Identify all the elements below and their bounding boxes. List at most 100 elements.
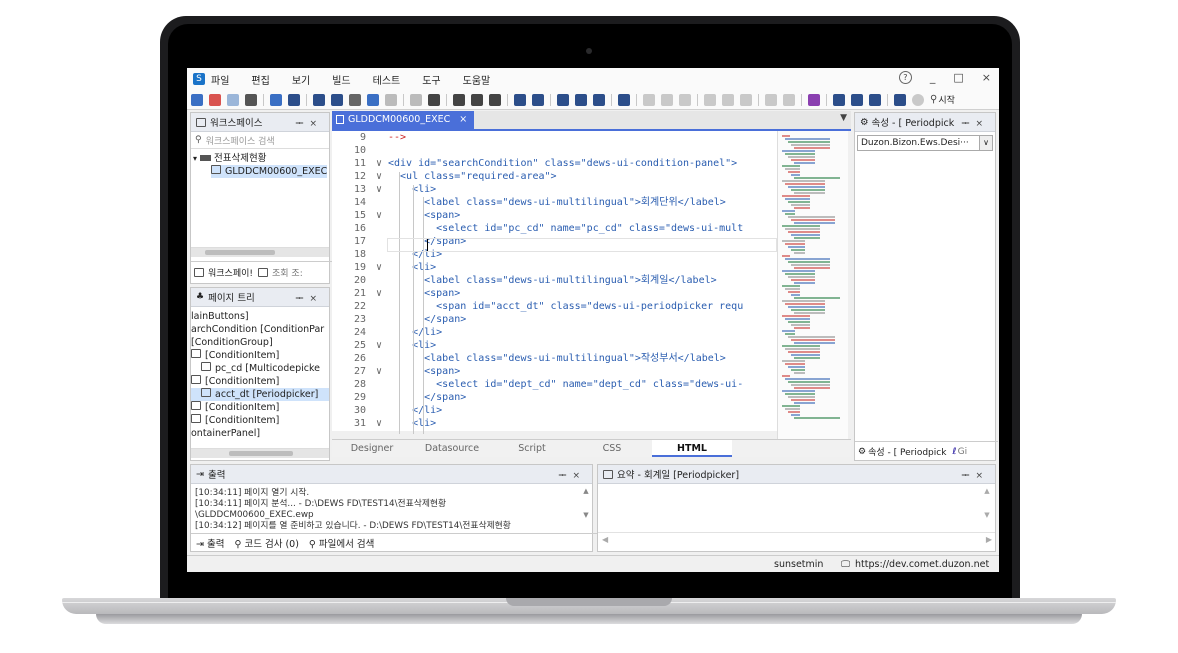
- tab-css[interactable]: CSS: [572, 440, 652, 457]
- api-icon[interactable]: [869, 93, 881, 106]
- edit-icon[interactable]: [514, 93, 526, 106]
- align-right-icon[interactable]: [679, 93, 691, 106]
- output-vscrollbar[interactable]: ▲ ▼: [582, 487, 590, 529]
- workspace-hscrollbar[interactable]: [191, 247, 329, 257]
- report-icon[interactable]: [593, 93, 605, 106]
- tab-git[interactable]: Gi: [958, 447, 967, 457]
- tab-view[interactable]: 조회 조:: [272, 266, 303, 279]
- fold-toggle-icon[interactable]: ∨: [370, 417, 388, 430]
- tree-file[interactable]: GLDDCM00600_EXEC: [211, 165, 327, 178]
- tab-designer[interactable]: Designer: [332, 440, 412, 457]
- cut-icon[interactable]: [349, 93, 361, 106]
- pin-icon[interactable]: ᆍ: [295, 294, 309, 304]
- open-window-icon[interactable]: [227, 93, 239, 106]
- theme-icon[interactable]: [912, 93, 924, 106]
- start-button[interactable]: 시작: [938, 93, 955, 106]
- minimize-button[interactable]: _: [930, 71, 936, 84]
- help-circle-icon[interactable]: [783, 93, 795, 106]
- scroll-thumb[interactable]: [229, 451, 293, 456]
- tab-code-inspection[interactable]: ⚲ 코드 검사 (0): [234, 536, 298, 550]
- fold-toggle-icon[interactable]: ∨: [370, 170, 388, 183]
- open-folder-icon[interactable]: [288, 93, 300, 106]
- fold-toggle-icon[interactable]: ∨: [370, 157, 388, 170]
- tree-item[interactable]: [ConditionItem]: [191, 375, 329, 388]
- tree-item[interactable]: lainButtons]: [191, 310, 329, 323]
- preview-icon[interactable]: [471, 93, 483, 106]
- summary-vscrollbar[interactable]: ▲ ▼: [983, 487, 991, 533]
- menu-tools[interactable]: 도구: [422, 72, 440, 87]
- code-minimap[interactable]: [777, 131, 848, 441]
- fold-toggle-icon[interactable]: ∨: [370, 209, 388, 222]
- debug-icon[interactable]: [808, 93, 820, 106]
- tab-close-icon[interactable]: ×: [459, 114, 467, 125]
- pin-icon[interactable]: ᆍ: [961, 119, 975, 129]
- object-selector[interactable]: Duzon.Bizon.Ews.Desi··· ∨: [857, 135, 993, 151]
- close-icon[interactable]: ×: [975, 471, 989, 481]
- redo-icon[interactable]: [428, 93, 440, 106]
- undo-icon[interactable]: [410, 93, 422, 106]
- code-line[interactable]: 11 ∨ <div id="searchCondition" class="dews…: [332, 157, 777, 170]
- pin-icon[interactable]: ᆍ: [295, 119, 309, 129]
- zoom-icon[interactable]: [704, 93, 716, 106]
- status-url[interactable]: https://dev.comet.duzon.net: [855, 556, 989, 572]
- new-file-icon[interactable]: [270, 93, 282, 106]
- summary-hscrollbar[interactable]: ◀ ▶: [602, 535, 992, 547]
- tree-item-selected[interactable]: acct_dt [Periodpicker]: [191, 388, 329, 401]
- code-line[interactable]: 10: [332, 144, 777, 157]
- tab-dropdown-icon[interactable]: ▼: [840, 113, 847, 123]
- form-icon[interactable]: [575, 93, 587, 106]
- align-center-icon[interactable]: [661, 93, 673, 106]
- tree-item[interactable]: archCondition [ConditionPar: [191, 323, 329, 336]
- tab-html[interactable]: HTML: [652, 440, 732, 457]
- chevron-down-icon[interactable]: ∨: [979, 136, 992, 150]
- search-code-icon[interactable]: [833, 93, 845, 106]
- tab-properties[interactable]: 속성 - [ Periodpick: [868, 445, 946, 458]
- close-icon[interactable]: ×: [572, 471, 586, 481]
- fold-toggle-icon[interactable]: ∨: [370, 365, 388, 378]
- code-line[interactable]: 9 -->: [332, 131, 777, 144]
- save-all-icon[interactable]: [331, 93, 343, 106]
- tab-glddcm00600-exec[interactable]: GLDDCM00600_EXEC ×: [332, 111, 474, 129]
- tools-icon[interactable]: [209, 93, 221, 106]
- menu-edit[interactable]: 편집: [251, 72, 269, 87]
- maximize-button[interactable]: □: [953, 71, 963, 84]
- fold-toggle-icon[interactable]: ∨: [370, 261, 388, 274]
- refresh-icon[interactable]: [245, 93, 257, 106]
- paste-icon[interactable]: [385, 93, 397, 106]
- tree-item[interactable]: [ConditionItem]: [191, 401, 329, 414]
- pin-icon[interactable]: ᆍ: [558, 471, 572, 481]
- close-icon[interactable]: ×: [309, 119, 323, 129]
- workspace-search[interactable]: ⚲ 워크스페이스 검색: [191, 132, 329, 149]
- tab-find-in-files[interactable]: ⚲ 파일에서 검색: [309, 536, 374, 550]
- menu-help[interactable]: 도움말: [463, 72, 491, 87]
- close-icon[interactable]: ×: [309, 294, 323, 304]
- tree-item[interactable]: pc_cd [Multicodepicke: [191, 362, 329, 375]
- js-icon[interactable]: [851, 93, 863, 106]
- layout-icon[interactable]: [489, 93, 501, 106]
- page-tree-hscrollbar[interactable]: [191, 448, 329, 458]
- save-icon[interactable]: [313, 93, 325, 106]
- pin-icon[interactable]: ᆍ: [961, 471, 975, 481]
- tab-script[interactable]: Script: [492, 440, 572, 457]
- deploy-icon[interactable]: [894, 93, 906, 106]
- calendar-icon[interactable]: [618, 93, 630, 106]
- menu-test[interactable]: 테스트: [373, 72, 401, 87]
- fold-toggle-icon[interactable]: ∨: [370, 339, 388, 352]
- location-icon[interactable]: ⚲: [930, 94, 937, 105]
- menu-view[interactable]: 보기: [292, 72, 310, 87]
- close-icon[interactable]: ×: [975, 119, 989, 129]
- scroll-thumb[interactable]: [205, 250, 275, 255]
- tree-item[interactable]: [ConditionGroup]: [191, 336, 329, 349]
- fold-toggle-icon[interactable]: ∨: [370, 183, 388, 196]
- tree-item[interactable]: ontainerPanel]: [191, 427, 329, 440]
- help-icon[interactable]: ?: [898, 71, 912, 84]
- fold-toggle-icon[interactable]: ∨: [370, 287, 388, 300]
- close-button[interactable]: ×: [982, 71, 991, 84]
- component-icon[interactable]: [722, 93, 734, 106]
- menu-file[interactable]: 파일: [211, 72, 229, 87]
- network-icon[interactable]: [765, 93, 777, 106]
- tree-item[interactable]: [ConditionItem]: [191, 349, 329, 362]
- tree-root[interactable]: ▾ 전표삭제현황: [193, 152, 327, 165]
- copy-icon[interactable]: [367, 93, 379, 106]
- align-left-icon[interactable]: [643, 93, 655, 106]
